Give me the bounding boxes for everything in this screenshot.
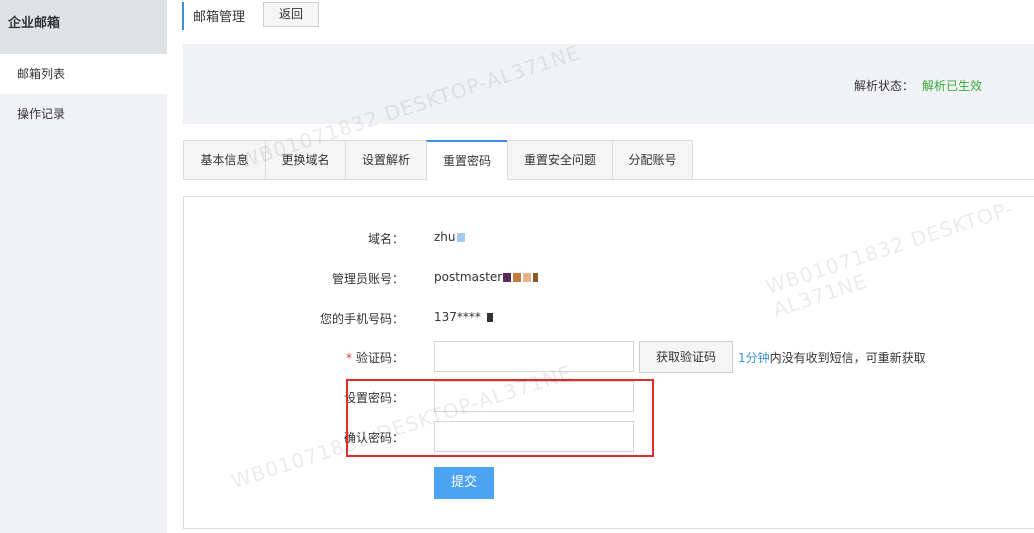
verification-code-label-text: 验证码： bbox=[355, 351, 404, 365]
redaction-mask bbox=[503, 273, 512, 282]
admin-account-label: 管理员账号： bbox=[331, 272, 404, 286]
resolve-status-label: 解析状态： bbox=[853, 79, 914, 93]
tab-basic-info[interactable]: 基本信息 bbox=[183, 140, 265, 180]
reset-password-form: 域名： zhu 管理员账号： postmaster 您的手机号码： 137***… bbox=[183, 196, 1034, 529]
domain-label: 域名： bbox=[367, 232, 404, 246]
redaction-mask bbox=[456, 233, 465, 242]
sidebar-header: 企业邮箱 bbox=[0, 0, 167, 54]
status-band: 解析状态： 解析已生效 bbox=[183, 44, 1034, 124]
redaction-mask bbox=[523, 273, 532, 282]
domain-text: zhu bbox=[434, 230, 456, 244]
tab-bar: 基本信息 更换域名 设置解析 重置密码 重置安全问题 分配账号 bbox=[183, 140, 1034, 181]
resolve-status: 解析状态： 解析已生效 bbox=[854, 77, 982, 94]
phone-value: 137**** bbox=[434, 310, 494, 324]
admin-account-value: postmaster bbox=[434, 270, 539, 284]
submit-button[interactable]: 提交 bbox=[434, 467, 494, 499]
redaction-mask bbox=[533, 273, 539, 282]
tab-reset-password[interactable]: 重置密码 bbox=[426, 140, 507, 181]
topbar: 邮箱管理 返回 bbox=[167, 0, 1034, 44]
required-asterisk: * bbox=[345, 351, 352, 365]
resolve-status-value: 解析已生效 bbox=[921, 79, 982, 93]
sms-hint: 1分钟内没有收到短信，可重新获取 bbox=[738, 349, 926, 366]
get-code-button[interactable]: 获取验证码 bbox=[639, 341, 733, 373]
admin-account-text: postmaster bbox=[434, 270, 503, 284]
tab-change-domain[interactable]: 更换域名 bbox=[265, 140, 345, 180]
redaction-mask bbox=[513, 273, 522, 282]
back-button[interactable]: 返回 bbox=[263, 2, 319, 27]
sidebar: 企业邮箱 邮箱列表 操作记录 bbox=[0, 0, 167, 533]
tab-reset-security-question[interactable]: 重置安全问题 bbox=[507, 140, 612, 180]
phone-text: 137**** bbox=[434, 310, 481, 324]
verification-code-label: * 验证码： bbox=[184, 349, 404, 366]
sidebar-item-operation-log[interactable]: 操作记录 bbox=[0, 94, 167, 134]
highlight-box bbox=[346, 379, 654, 457]
tab-set-resolve[interactable]: 设置解析 bbox=[345, 140, 426, 180]
tab-assign-account[interactable]: 分配账号 bbox=[612, 140, 693, 180]
verification-code-input[interactable] bbox=[434, 341, 634, 372]
domain-value: zhu bbox=[434, 230, 466, 244]
sms-hint-time: 1分钟 bbox=[738, 351, 770, 365]
phone-label: 您的手机号码： bbox=[319, 312, 404, 326]
redaction-mask bbox=[486, 313, 493, 322]
sidebar-item-mailbox-list[interactable]: 邮箱列表 bbox=[0, 54, 167, 94]
sms-hint-text: 内没有收到短信，可重新获取 bbox=[769, 351, 926, 365]
page-title: 邮箱管理 bbox=[193, 10, 246, 25]
title-accent-bar bbox=[182, 2, 184, 30]
